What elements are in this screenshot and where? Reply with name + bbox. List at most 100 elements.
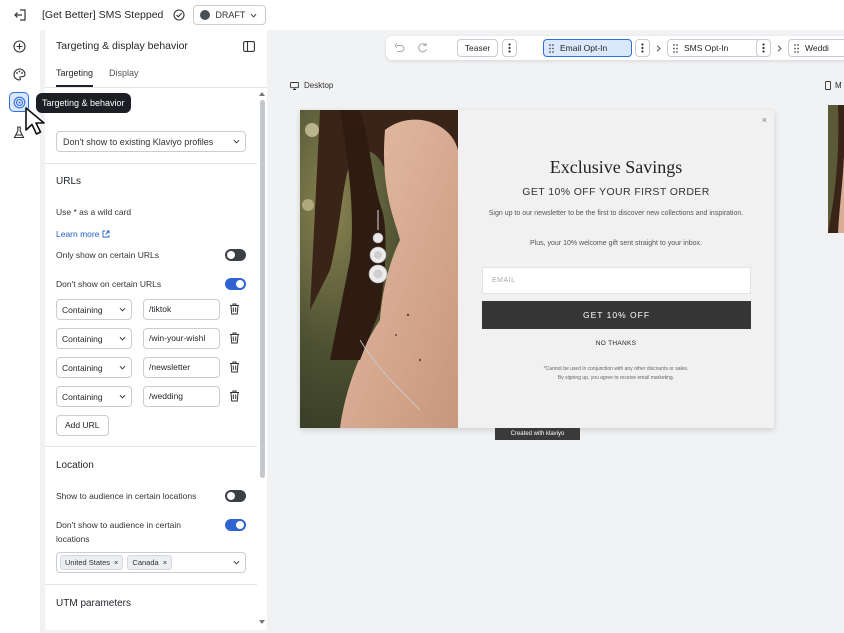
url-value-input[interactable]: /win-your-wishl <box>143 328 220 349</box>
toggle-knob <box>227 492 235 500</box>
close-popup-icon[interactable]: × <box>762 115 767 125</box>
chevron-right-icon <box>777 45 782 52</box>
collapse-panel-icon[interactable] <box>243 40 255 52</box>
url-value-input[interactable]: /tiktok <box>143 299 220 320</box>
tab-display[interactable]: Display <box>109 62 139 87</box>
mobile-label-text: M <box>835 81 842 90</box>
only-show-urls-toggle[interactable] <box>225 249 246 261</box>
get-discount-button[interactable]: GET 10% OFF <box>482 301 751 329</box>
step-sms-opt-in[interactable]: SMS Opt-In <box>667 39 761 57</box>
kebab-menu-icon[interactable] <box>502 39 517 57</box>
fine-print-line2: By signing up, you agree to receive emai… <box>557 375 675 381</box>
kebab-menu-icon[interactable] <box>635 39 650 57</box>
trash-icon[interactable] <box>229 332 240 344</box>
url-match-select[interactable]: Containing <box>56 357 132 378</box>
panel-scrollbar[interactable] <box>260 100 265 478</box>
url-match-select[interactable]: Containing <box>56 299 132 320</box>
remove-chip-icon[interactable]: × <box>114 556 118 569</box>
monitor-icon <box>290 81 299 90</box>
step-wedding[interactable]: Weddi <box>788 39 844 57</box>
add-icon[interactable] <box>11 38 27 54</box>
existing-profiles-select[interactable]: Don't show to existing Klaviyo profiles <box>56 131 246 152</box>
fine-print-line1: *Cannot be used in conjunction with any … <box>543 366 689 372</box>
tab-targeting[interactable]: Targeting <box>56 62 94 87</box>
location-chip: United States × <box>60 555 124 570</box>
popup-body-text: Sign up to our newsletter to be the firs… <box>488 210 744 217</box>
panel-header: Targeting & display behavior <box>45 30 267 62</box>
popup-body-text-2: Plus, your 10% welcome gift sent straigh… <box>530 240 702 247</box>
url-rule-row: Containing /wedding <box>56 386 246 407</box>
url-rule-row: Containing /win-your-wishl <box>56 328 246 349</box>
wildcard-hint: Use * as a wild card <box>56 207 132 217</box>
learn-more-link[interactable]: Learn more <box>56 229 110 239</box>
divider <box>45 584 257 585</box>
desktop-label-text: Desktop <box>304 81 334 90</box>
chevron-down-icon <box>250 13 257 17</box>
popup-preview[interactable]: × Exclusive Savings GET 10% OFF YOUR FIR… <box>300 110 774 428</box>
redo-icon[interactable] <box>417 42 428 53</box>
toggle-knob <box>236 280 244 288</box>
panel-scroll-area: Don't show to existing Klaviyo profiles … <box>45 88 257 630</box>
only-show-urls-label: Only show on certain URLs <box>56 250 159 260</box>
drag-handle-icon[interactable] <box>549 43 554 53</box>
show-locations-toggle[interactable] <box>225 490 246 502</box>
chevron-down-icon <box>233 560 240 565</box>
no-thanks-link[interactable]: NO THANKS <box>458 340 774 347</box>
url-value-input[interactable]: /wedding <box>143 386 220 407</box>
url-match-select[interactable]: Containing <box>56 386 132 407</box>
targeting-tooltip: Targeting & behavior <box>36 93 131 113</box>
step-email-opt-in[interactable]: Email Opt-In <box>543 39 632 57</box>
trash-icon[interactable] <box>229 361 240 373</box>
locations-multiselect[interactable]: United States × Canada × <box>56 552 246 573</box>
step-teaser[interactable]: Teaser <box>457 39 498 57</box>
show-locations-label: Show to audience in certain locations <box>56 491 197 501</box>
mouse-cursor-icon <box>25 107 45 135</box>
url-match-value: Containing <box>62 391 103 402</box>
preview-canvas: Teaser Email Opt-In SMS Opt-In Weddi Des… <box>276 30 844 633</box>
learn-more-label: Learn more <box>56 229 100 239</box>
panel-title: Targeting & display behavior <box>56 40 188 52</box>
dont-show-locations-line2: locations <box>56 534 90 544</box>
exit-icon[interactable] <box>14 9 28 21</box>
fine-print: *Cannot be used in conjunction with any … <box>458 365 774 383</box>
step-label: SMS Opt-In <box>684 43 729 53</box>
mobile-preview-thumbnail[interactable] <box>828 105 844 233</box>
check-circle-icon <box>173 9 185 21</box>
popup-subheading: GET 10% OFF YOUR FIRST ORDER <box>522 186 710 198</box>
add-url-button[interactable]: Add URL <box>56 415 109 436</box>
url-rule-row: Containing /newsletter <box>56 357 246 378</box>
email-field[interactable]: EMAIL <box>482 267 751 294</box>
dont-show-locations-line1: Don't show to audience in certain <box>56 520 181 530</box>
trash-icon[interactable] <box>229 390 240 402</box>
url-match-value: Containing <box>62 333 103 344</box>
scroll-up-icon[interactable] <box>259 92 265 96</box>
urls-section-title: URLs <box>56 176 82 187</box>
palette-icon[interactable] <box>11 66 27 82</box>
dont-show-locations-toggle[interactable] <box>225 519 246 531</box>
url-value-input[interactable]: /newsletter <box>143 357 220 378</box>
url-match-select[interactable]: Containing <box>56 328 132 349</box>
form-title[interactable]: [Get Better] SMS Stepped <box>42 9 163 21</box>
toggle-knob <box>227 251 235 259</box>
divider <box>45 163 257 164</box>
status-label: DRAFT <box>215 10 246 20</box>
kebab-menu-icon[interactable] <box>756 39 771 57</box>
drag-handle-icon[interactable] <box>673 43 678 53</box>
existing-profiles-value: Don't show to existing Klaviyo profiles <box>63 136 214 147</box>
status-dropdown[interactable]: DRAFT <box>193 5 267 25</box>
dont-show-urls-toggle[interactable] <box>225 278 246 290</box>
mobile-preview-label: M <box>825 81 842 90</box>
trash-icon[interactable] <box>229 303 240 315</box>
model-photo <box>300 110 458 428</box>
top-bar: [Get Better] SMS Stepped DRAFT <box>0 0 844 30</box>
phone-icon <box>825 81 831 90</box>
undo-icon[interactable] <box>394 42 405 53</box>
chevron-down-icon <box>119 336 126 341</box>
external-link-icon <box>103 230 110 238</box>
drag-handle-icon[interactable] <box>794 43 799 53</box>
chevron-right-icon <box>656 45 661 52</box>
url-match-value: Containing <box>62 304 103 315</box>
remove-chip-icon[interactable]: × <box>163 556 167 569</box>
scroll-down-icon[interactable] <box>259 620 265 624</box>
chevron-down-icon <box>119 307 126 312</box>
